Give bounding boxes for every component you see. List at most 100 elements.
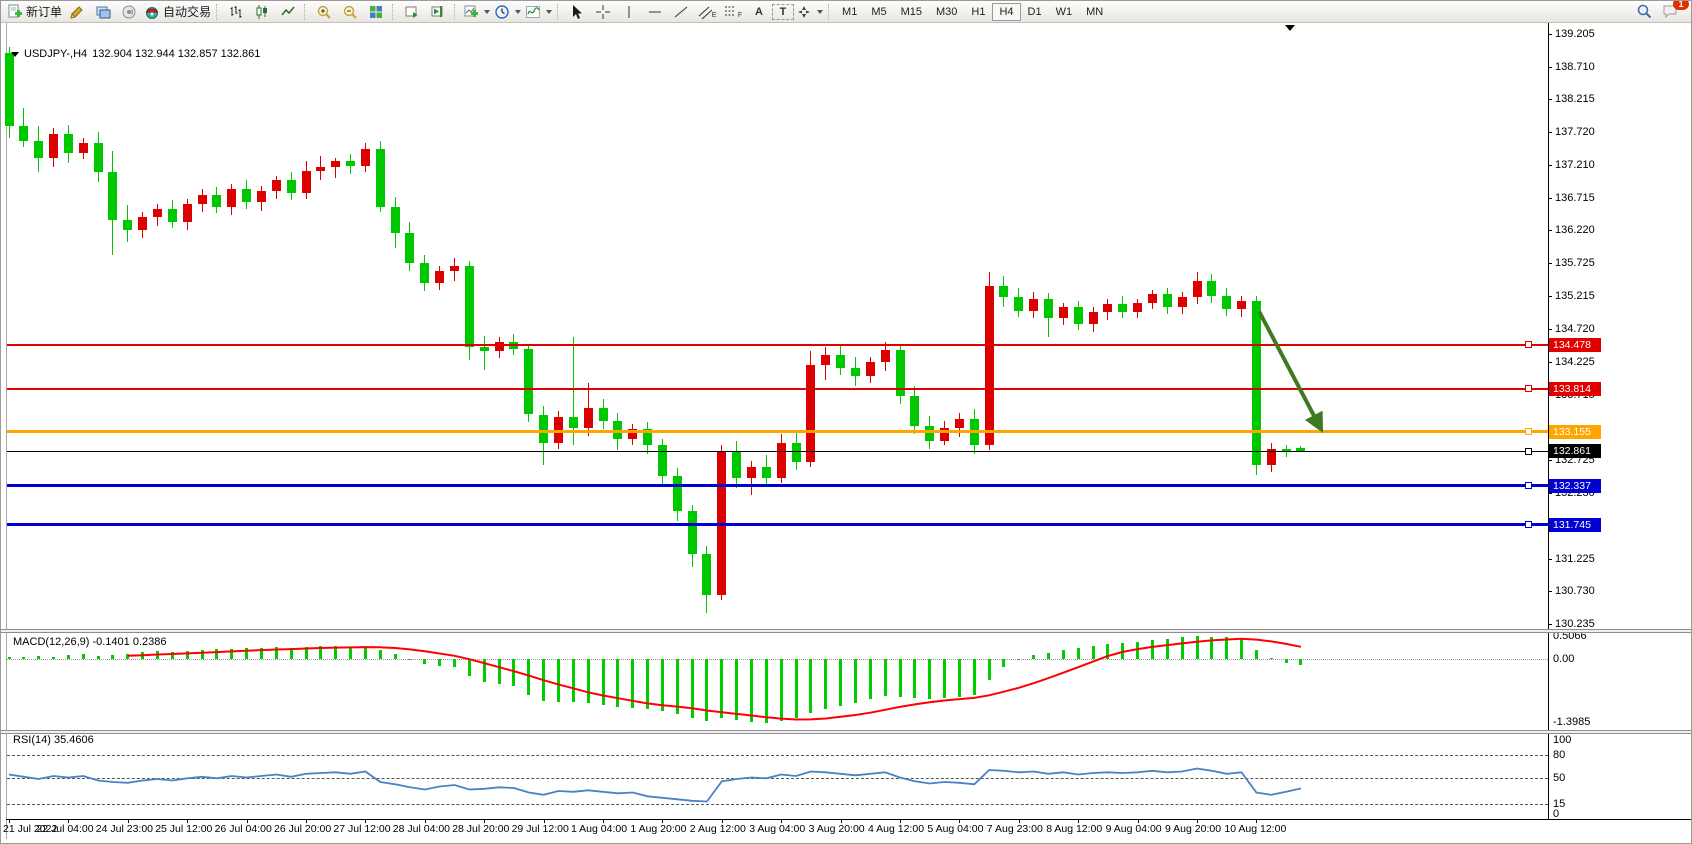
indicators-button[interactable] (523, 2, 554, 21)
signals-button[interactable] (116, 2, 142, 21)
horizontal-line-tool-button[interactable] (642, 2, 668, 21)
macd-histogram-bar (111, 655, 114, 659)
candle (1029, 299, 1038, 311)
time-tick-label: 29 Jul 12:00 (512, 823, 569, 835)
price-tick-label: 131.225 (1555, 553, 1595, 565)
equidistant-channel-tool-button[interactable]: E (694, 2, 720, 21)
trend-arrow-annotation[interactable] (1259, 312, 1320, 428)
timeframe-h4-button[interactable]: H4 (992, 3, 1020, 21)
vertical-line-icon (621, 4, 637, 20)
timeframe-m15-button[interactable]: M15 (894, 3, 929, 21)
macd-histogram-bar (958, 659, 961, 697)
cursor-tool-button[interactable] (564, 2, 590, 21)
line-drag-handle[interactable] (1525, 341, 1532, 348)
tile-windows-button[interactable] (363, 2, 389, 21)
macd-histogram-bar (52, 657, 55, 659)
macd-pane-splitter[interactable] (1, 629, 1691, 633)
line-chart-button[interactable] (275, 2, 301, 21)
price-tick-label: 138.710 (1555, 61, 1595, 73)
price-level-line[interactable] (7, 388, 1548, 390)
price-level-tag[interactable]: 133.814 (1549, 382, 1601, 396)
chart-window[interactable]: USDJPY-,H4 132.904 132.944 132.857 132.8… (1, 22, 1691, 843)
candle (1252, 301, 1261, 465)
timeframe-mn-button[interactable]: MN (1079, 3, 1110, 21)
ohlc-dropdown-icon[interactable] (11, 52, 19, 57)
rsi-axis-label: 80 (1553, 749, 1565, 761)
price-level-tag[interactable]: 133.155 (1549, 425, 1601, 439)
periods-clock-icon (494, 4, 510, 20)
macd-histogram-bar (1196, 636, 1199, 659)
arrow-objects-button[interactable] (794, 2, 825, 21)
price-level-line[interactable] (7, 430, 1548, 433)
candlestick-chart-button[interactable] (249, 2, 275, 21)
candle (866, 362, 875, 376)
indicators-dropdown-caret[interactable] (546, 10, 552, 14)
time-tick-label: 26 Jul 20:00 (274, 823, 331, 835)
timeframe-m5-button[interactable]: M5 (864, 3, 893, 21)
candle (747, 467, 756, 478)
timeframe-m30-button[interactable]: M30 (929, 3, 964, 21)
candle (94, 143, 103, 173)
rsi-pane-splitter[interactable] (1, 730, 1691, 734)
macd-histogram-bar (869, 659, 872, 699)
metaeditor-button[interactable] (90, 2, 116, 21)
price-level-tag[interactable]: 134.478 (1549, 338, 1601, 352)
trend-line-tool-button[interactable] (668, 2, 694, 21)
line-drag-handle[interactable] (1525, 428, 1532, 435)
price-level-tag[interactable]: 131.745 (1549, 518, 1601, 532)
new-chart-button[interactable] (461, 2, 492, 21)
price-level-tag[interactable]: 132.861 (1549, 444, 1601, 458)
arrow-objects-dropdown-caret[interactable] (817, 10, 823, 14)
time-tick-label: 4 Aug 12:00 (868, 823, 924, 835)
time-tick-label: 27 Jul 12:00 (333, 823, 390, 835)
macd-histogram-bar (453, 659, 456, 667)
bar-chart-button[interactable] (223, 2, 249, 21)
macd-histogram-bar (1285, 659, 1288, 663)
new-chart-dropdown-caret[interactable] (484, 10, 490, 14)
macd-histogram-bar (646, 659, 649, 709)
text-label-tool-button[interactable]: T (772, 4, 794, 20)
crosshair-tool-button[interactable] (590, 2, 616, 21)
fibonacci-tool-button[interactable]: F (720, 2, 746, 21)
auto-trading-button[interactable]: 自动交易 (142, 2, 213, 21)
candle (1178, 297, 1187, 307)
price-level-tag[interactable]: 132.337 (1549, 479, 1601, 493)
chart-frame-bottom (6, 819, 1691, 820)
timeframe-d1-button[interactable]: D1 (1021, 3, 1049, 21)
line-drag-handle[interactable] (1525, 521, 1532, 528)
auto-scroll-button[interactable] (399, 2, 425, 21)
line-drag-handle[interactable] (1525, 482, 1532, 489)
styler-icon (69, 4, 85, 20)
line-drag-handle[interactable] (1525, 385, 1532, 392)
zoom-in-button[interactable] (311, 2, 337, 21)
new-order-button[interactable]: 新订单 (5, 2, 64, 21)
styler-button[interactable] (64, 2, 90, 21)
candle (391, 207, 400, 233)
zoom-out-button[interactable] (337, 2, 363, 21)
text-tool-button[interactable]: A (746, 2, 772, 21)
timeframe-m1-button[interactable]: M1 (835, 3, 864, 21)
price-tick-mark (1548, 99, 1552, 100)
zoom-out-icon (342, 4, 358, 20)
price-level-line[interactable] (7, 484, 1548, 487)
candle (1133, 303, 1142, 312)
chart-shift-marker-icon[interactable] (1285, 25, 1295, 31)
candle (1044, 299, 1053, 319)
price-level-line[interactable] (7, 451, 1548, 452)
chart-shift-button[interactable] (425, 2, 451, 21)
candle (302, 171, 311, 193)
time-tick-label: 2 Aug 12:00 (690, 823, 746, 835)
line-drag-handle[interactable] (1525, 448, 1532, 455)
price-level-line[interactable] (7, 523, 1548, 526)
timeframe-w1-button[interactable]: W1 (1049, 3, 1080, 21)
price-level-line[interactable] (7, 344, 1548, 346)
notifications-button[interactable]: 1 (1657, 2, 1683, 21)
periods-button[interactable] (492, 2, 523, 21)
timeframe-h1-button[interactable]: H1 (964, 3, 992, 21)
periods-dropdown-caret[interactable] (515, 10, 521, 14)
price-tick-mark (1548, 624, 1552, 625)
macd-histogram-bar (765, 659, 768, 723)
search-button[interactable] (1631, 2, 1657, 21)
vertical-line-tool-button[interactable] (616, 2, 642, 21)
candle (480, 347, 489, 352)
